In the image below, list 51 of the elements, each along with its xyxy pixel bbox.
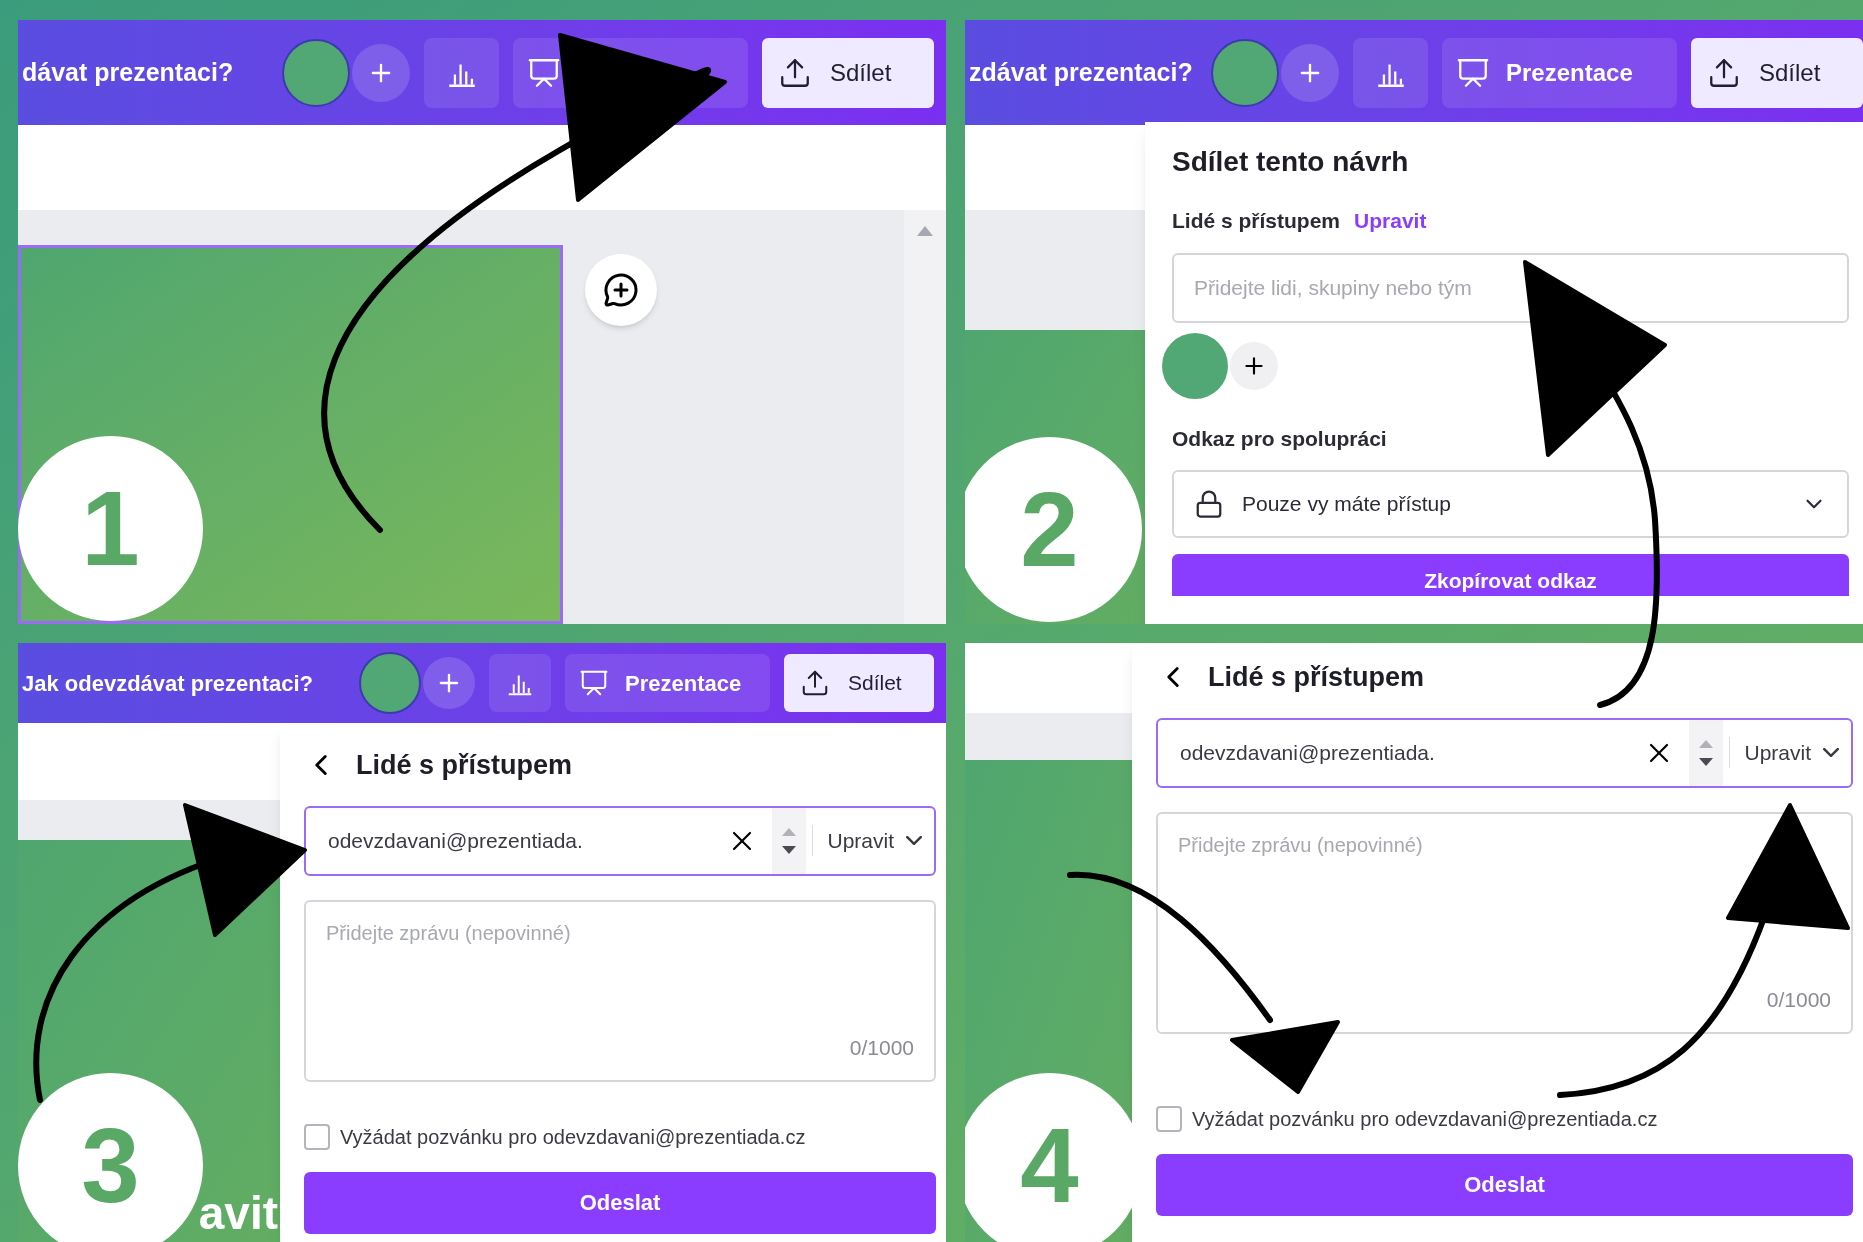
insights-button[interactable] [424, 37, 499, 108]
message-input[interactable]: Přidejte zprávu (nepovinné) [1178, 829, 1831, 984]
insights-button[interactable] [489, 654, 551, 712]
add-comment-button[interactable] [585, 254, 657, 326]
design-title: dávat prezentaci? [21, 56, 234, 88]
share-button[interactable]: Sdílet [1691, 37, 1863, 108]
copy-link-button[interactable]: Zkopírovat odkaz [1172, 554, 1849, 596]
scroll-up-icon[interactable] [917, 226, 933, 236]
send-button[interactable]: Odeslat [1156, 1153, 1853, 1216]
section-label: Odkaz pro spolupráci [1172, 425, 1388, 452]
chevron-down-icon [906, 836, 922, 845]
step-number: 1 [18, 436, 203, 621]
character-counter: 0/1000 [1766, 987, 1831, 1013]
email-field[interactable]: odevzdavani@prezentiada. Upravit [304, 805, 936, 876]
share-icon [800, 668, 830, 698]
add-collaborator-button[interactable] [423, 657, 475, 709]
comment-add-icon [603, 272, 639, 308]
message-field[interactable]: Přidejte zprávu (nepovinné) 0/1000 [1156, 811, 1853, 1034]
add-people-field[interactable]: Přidejte lidi, skupiny nebo tým [1172, 252, 1849, 323]
dialog-title: Lidé s přístupem [356, 749, 573, 782]
invite-checkbox[interactable] [304, 1123, 330, 1150]
invite-label: Vyžádat pozvánku pro odevzdavani@prezentiada.cz [340, 1124, 806, 1150]
present-button[interactable]: Prezentace [565, 654, 770, 712]
present-button[interactable]: Prezentace [1442, 37, 1677, 108]
dialog-title: Sdílet tento návrh [1172, 145, 1410, 179]
character-counter: 0/1000 [849, 1035, 914, 1061]
slide-thumbnail[interactable]: 1 [18, 245, 563, 624]
role-dropdown[interactable]: Upravit [812, 824, 934, 857]
dialog-title: Lidé s přístupem [1208, 661, 1425, 694]
add-person-button[interactable] [1230, 341, 1278, 390]
access-dropdown[interactable]: Pouze vy máte přístup [1172, 470, 1849, 538]
design-title: Jak odevzdávat prezentaci? [21, 669, 313, 698]
email-field[interactable]: odevzdavani@prezentiada. Upravit [1156, 717, 1853, 788]
stepper-icon[interactable] [772, 807, 807, 874]
invite-label: Vyžádat pozvánku pro odevzdavani@prezentiada.cz [1192, 1106, 1658, 1132]
section-label: Lidé s přístupem [1172, 208, 1341, 234]
presentation-icon [579, 668, 609, 698]
design-title: zdávat prezentaci? [968, 56, 1193, 88]
message-input[interactable]: Přidejte zprávu (nepovinné) [326, 917, 914, 1032]
chevron-down-icon [1823, 748, 1839, 757]
lock-icon [1194, 489, 1224, 519]
scrollbar[interactable] [904, 210, 946, 624]
message-field[interactable]: Přidejte zprávu (nepovinné) 0/1000 [304, 899, 936, 1082]
stepper-icon[interactable] [1689, 719, 1724, 786]
share-button[interactable]: Sdílet [784, 654, 934, 712]
role-dropdown[interactable]: Upravit [1729, 736, 1851, 769]
send-button[interactable]: Odeslat [304, 1171, 936, 1234]
share-button[interactable]: Sdílet [762, 37, 934, 108]
edit-link[interactable]: Upravit [1354, 205, 1427, 237]
invite-checkbox[interactable] [1156, 1105, 1182, 1132]
insights-button[interactable] [1353, 37, 1428, 108]
